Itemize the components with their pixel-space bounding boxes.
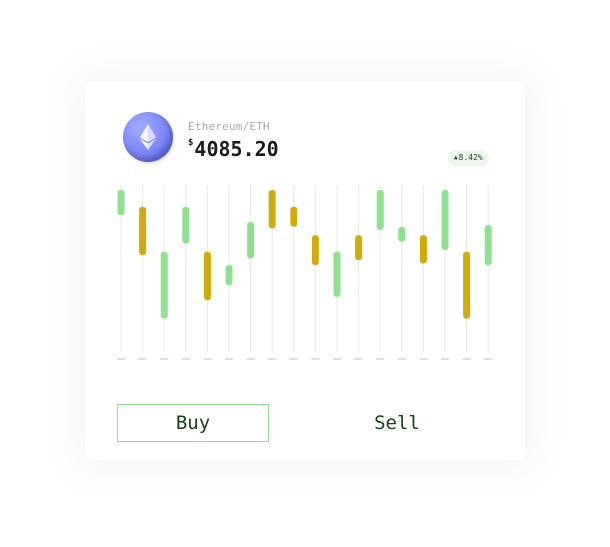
candle-up: [441, 190, 449, 251]
candle-up: [376, 190, 384, 231]
candle-up: [333, 251, 341, 297]
candle-down: [311, 235, 319, 266]
candle-up: [484, 225, 492, 266]
buy-button[interactable]: Buy: [117, 404, 269, 442]
candle-down: [355, 235, 363, 261]
candle-up: [182, 206, 190, 244]
candle-up: [247, 221, 255, 259]
candle-down: [290, 206, 298, 227]
candle-down: [419, 235, 427, 264]
sell-button[interactable]: Sell: [321, 404, 473, 442]
candle-down: [268, 190, 276, 229]
candle-up: [225, 265, 233, 286]
candlestick-chart: [117, 185, 493, 360]
trading-card: Ethereum/ETH $4085.20 ▲8.42% Buy Sell: [85, 82, 525, 460]
candle-up: [117, 190, 125, 216]
candle-down: [463, 251, 471, 319]
candle-down: [203, 251, 211, 301]
candle-up: [160, 251, 168, 319]
candle-up: [398, 226, 406, 242]
candle-down: [139, 206, 147, 256]
